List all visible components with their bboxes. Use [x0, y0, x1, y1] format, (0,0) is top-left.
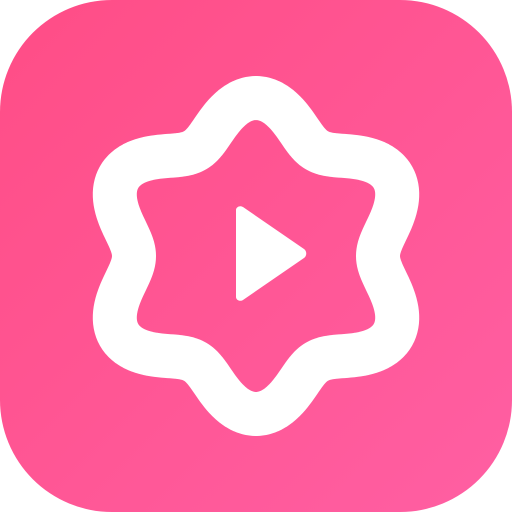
app-icon-graphic — [0, 0, 512, 512]
app-icon[interactable] — [0, 0, 512, 512]
app-icon-canvas — [0, 0, 512, 512]
